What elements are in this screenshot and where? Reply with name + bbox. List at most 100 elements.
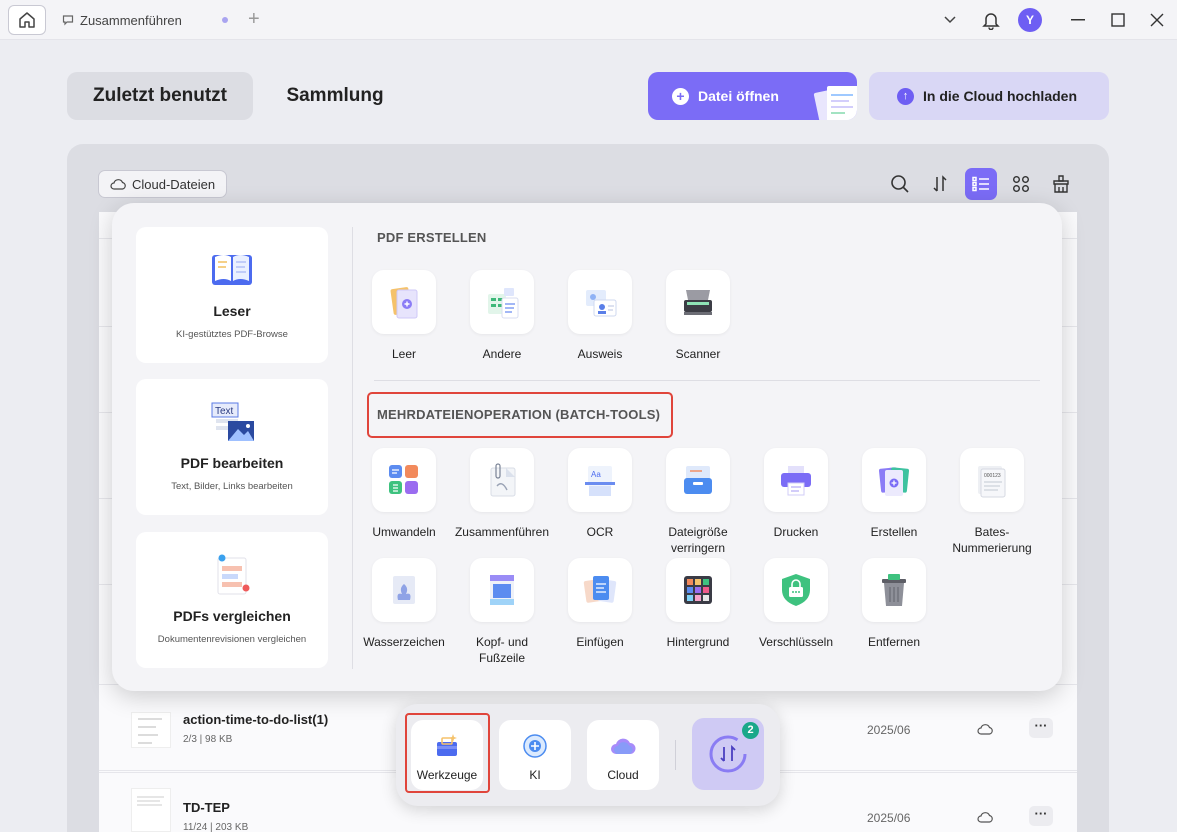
tool-label: Erstellen — [870, 525, 918, 539]
cloud-icon — [611, 738, 636, 754]
tool-label: Leer — [391, 347, 417, 361]
tool-label: Verschlüsseln — [758, 635, 834, 649]
blank-page-icon — [390, 287, 418, 319]
divider — [374, 380, 1040, 381]
maximize-icon[interactable] — [1106, 0, 1130, 40]
edit-pdf-card[interactable]: Text PDF bearbeiten Text, Bilder, Links … — [136, 379, 328, 515]
cloud-upload-icon[interactable] — [977, 722, 993, 740]
tool-label: Hintergrund — [666, 635, 730, 649]
dock-cloud-button[interactable]: Cloud — [587, 720, 659, 790]
tool-watermark[interactable]: Wasserzeichen — [355, 558, 453, 650]
plus-icon: + — [672, 87, 689, 105]
sort-icon[interactable] — [924, 168, 956, 200]
insert-icon — [583, 576, 617, 603]
upload-cloud-label: In die Cloud hochladen — [923, 88, 1077, 104]
tool-blank[interactable]: Leer — [355, 270, 453, 362]
chevron-down-icon[interactable] — [938, 0, 962, 40]
more-options-icon[interactable]: ··· — [1029, 718, 1053, 738]
reader-card[interactable]: Leser KI-gestütztes PDF-Browse — [136, 227, 328, 363]
tab-recent[interactable]: Zuletzt benutzt — [67, 72, 253, 120]
bates-icon: 000123 — [978, 466, 1006, 498]
document-tab[interactable]: Zusammenführen — [50, 4, 240, 36]
card-title: Leser — [213, 303, 251, 319]
tool-remove[interactable]: Entfernen — [845, 558, 943, 650]
cloud-upload-icon[interactable] — [977, 810, 993, 828]
tool-convert[interactable]: Umwandeln — [355, 448, 453, 540]
compress-icon — [684, 466, 712, 494]
dock-cloud-label: Cloud — [607, 768, 639, 782]
tool-create[interactable]: Erstellen — [845, 448, 943, 540]
tool-id-card[interactable]: Ausweis — [551, 270, 649, 362]
new-tab-button[interactable]: + — [248, 9, 260, 29]
upload-cloud-button[interactable]: ↑ In die Cloud hochladen — [869, 72, 1109, 120]
search-icon[interactable] — [884, 168, 916, 200]
tool-compress[interactable]: Dateigröße verringern — [649, 448, 747, 556]
tool-ocr[interactable]: Aa OCR — [551, 448, 649, 540]
merge-icon — [490, 463, 516, 497]
cloud-icon — [110, 178, 126, 190]
dock-divider — [675, 740, 676, 770]
grid-view-icon[interactable] — [1005, 168, 1037, 200]
list-view-icon[interactable] — [965, 168, 997, 200]
tool-scanner[interactable]: Scanner — [649, 270, 747, 362]
unsaved-dot — [222, 17, 228, 23]
tool-merge[interactable]: Zusammenführen — [453, 448, 551, 540]
tool-other[interactable]: Andere — [453, 270, 551, 362]
section-title-create: PDF ERSTELLEN — [377, 230, 487, 245]
upload-arrow-icon: ↑ — [897, 87, 914, 105]
compare-pdfs-card[interactable]: PDFs vergleichen Dokumentenrevisionen ve… — [136, 532, 328, 668]
tool-label: OCR — [586, 525, 614, 539]
home-button[interactable] — [8, 5, 46, 35]
tab-collection[interactable]: Sammlung — [269, 72, 401, 120]
book-icon — [212, 255, 252, 285]
card-subtitle: Dokumentenrevisionen vergleichen — [157, 634, 307, 645]
cloud-files-label: Cloud-Dateien — [132, 176, 216, 192]
avatar[interactable]: Y — [1017, 0, 1043, 40]
remove-icon — [882, 574, 906, 606]
tool-label: Dateigröße verringern — [668, 525, 728, 555]
tool-encrypt[interactable]: Verschlüsseln — [747, 558, 845, 650]
minimize-icon[interactable] — [1066, 0, 1090, 40]
file-thumbnail — [131, 788, 171, 832]
tool-print[interactable]: Drucken — [747, 448, 845, 540]
card-subtitle: Text, Bilder, Links bearbeiten — [171, 481, 293, 492]
count-badge: 2 — [742, 722, 759, 739]
dock-ai-button[interactable]: KI — [499, 720, 571, 790]
create-icon — [878, 467, 910, 496]
cloud-files-button[interactable]: Cloud-Dateien — [98, 170, 228, 198]
dock-ai-label: KI — [529, 768, 541, 782]
card-subtitle: KI-gestütztes PDF-Browse — [176, 329, 288, 340]
close-icon[interactable] — [1145, 0, 1169, 40]
tool-insert[interactable]: Einfügen — [551, 558, 649, 650]
tool-label: Drucken — [773, 525, 819, 539]
watermark-icon — [393, 576, 415, 604]
id-card-icon — [586, 290, 617, 317]
documents-icon — [813, 86, 857, 120]
bell-icon[interactable] — [979, 0, 1003, 40]
tool-label: Andere — [482, 347, 522, 361]
tool-background[interactable]: Hintergrund — [649, 558, 747, 650]
open-file-button[interactable]: + Datei öffnen — [648, 72, 857, 120]
tool-label: Bates-Nummerierung — [952, 525, 1032, 555]
file-name: TD-TEP — [183, 800, 230, 815]
tool-label: Scanner — [675, 347, 721, 361]
print-icon — [781, 466, 811, 496]
ocr-icon: Aa — [585, 466, 615, 496]
card-title: PDFs vergleichen — [173, 608, 291, 624]
edit-text-icon: Text — [211, 402, 254, 441]
file-meta: 11/24 | 203 KB — [183, 822, 249, 832]
tool-header-footer[interactable]: Kopf- und Fußzeile — [453, 558, 551, 666]
header-footer-icon — [490, 575, 514, 605]
tool-label: Wasserzeichen — [363, 635, 445, 649]
home-icon — [19, 12, 35, 28]
file-thumbnail — [131, 712, 171, 748]
title-bar: Zusammenführen + Y — [0, 0, 1177, 40]
tool-bates[interactable]: 000123 Bates-Nummerierung — [943, 448, 1041, 556]
file-date: 2025/06 — [867, 811, 911, 825]
clean-icon[interactable] — [1045, 168, 1077, 200]
more-options-icon[interactable]: ··· — [1029, 806, 1053, 826]
other-formats-icon — [488, 288, 519, 319]
divider — [352, 227, 353, 669]
comment-icon — [62, 14, 74, 26]
tool-label: Umwandeln — [372, 525, 436, 539]
